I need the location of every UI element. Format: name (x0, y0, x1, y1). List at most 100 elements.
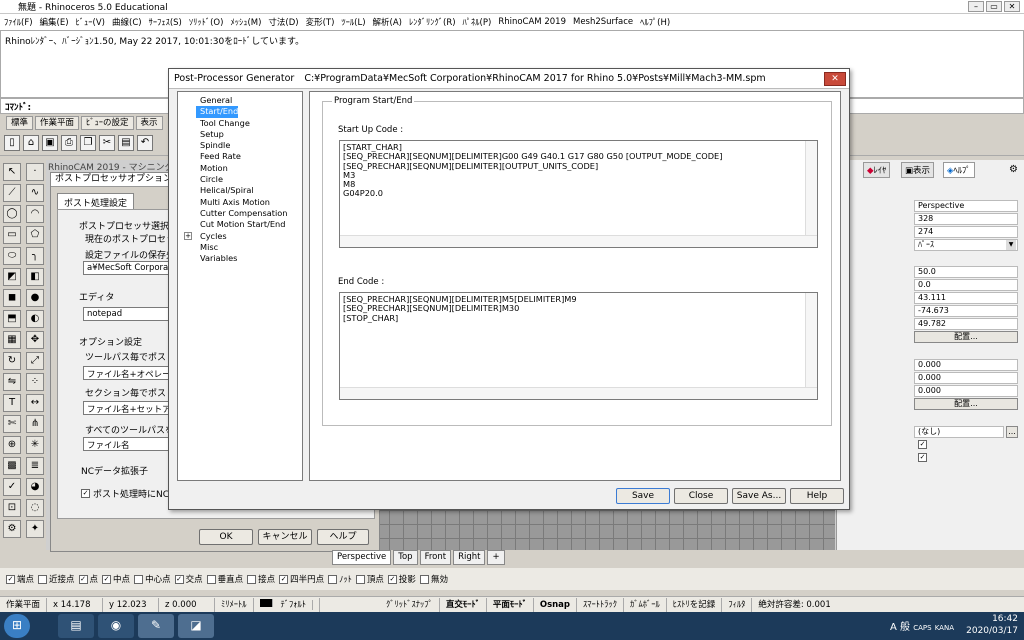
status-filter[interactable]: ﾌｨﾙﾀ (722, 597, 753, 612)
osnap-checkbox[interactable] (247, 574, 257, 584)
osnap-item[interactable]: ✓ 点 (78, 573, 98, 585)
post-cancel-button[interactable]: キャンセル (258, 529, 312, 545)
post-help-button[interactable]: ヘルプ (317, 529, 369, 545)
open-folder-icon[interactable]: ⌂ (23, 134, 39, 151)
tree-item-setup[interactable]: Setup (182, 129, 298, 140)
osnap-item[interactable]: ✓ 端点 (6, 573, 34, 585)
menu-rhinocam[interactable]: RhinoCAM 2019 (498, 17, 566, 27)
osnap-checkbox[interactable]: ✓ (387, 574, 397, 584)
status-layer[interactable]: ﾃﾞﾌｫﾙﾄ (254, 597, 321, 612)
osnap-checkbox[interactable]: ✓ (174, 574, 184, 584)
tab-perspective[interactable]: Perspective (332, 550, 392, 565)
status-cplane[interactable]: 作業平面 (0, 597, 48, 612)
prop-view-title[interactable]: Perspective (914, 200, 1018, 212)
osnap-item[interactable]: ✓ 四半円点 (279, 573, 324, 585)
tab-layers[interactable]: ◆ﾚｲﾔ (863, 162, 891, 178)
prop-target-z[interactable]: 0.000 (914, 385, 1018, 397)
prop-wallpaper[interactable]: (なし) (914, 426, 1004, 438)
tab-help-panel[interactable]: ◈ﾍﾙﾌﾟ (943, 162, 975, 178)
ellipse-icon[interactable]: ⬭ (3, 247, 21, 265)
tab-cplanes[interactable]: 作業平面 (35, 116, 80, 130)
chrome-icon[interactable]: ◉ (98, 614, 134, 638)
panel-settings-icon[interactable]: ⚙ (1009, 164, 1018, 175)
surface-icon[interactable]: ◩ (3, 268, 21, 286)
minimize-button[interactable]: – (968, 1, 984, 12)
select-icon[interactable]: ↖ (3, 163, 21, 181)
osnap-checkbox[interactable] (38, 574, 48, 584)
menu-transform[interactable]: 変形(T) (306, 16, 335, 28)
group-icon[interactable]: ▩ (3, 457, 21, 475)
scale-icon[interactable]: ⤢ (26, 352, 44, 370)
osnap-item[interactable]: ✓ 投影 (387, 573, 416, 585)
osnap-item[interactable]: 接点 (247, 573, 275, 585)
paste-icon[interactable]: ▤ (118, 134, 134, 151)
render-icon[interactable]: ◕ (26, 478, 44, 496)
settings-file-field[interactable]: a¥MecSoft Corporation¥ (83, 261, 175, 275)
menu-analyze[interactable]: 解析(A) (373, 16, 402, 28)
status-history[interactable]: ﾋｽﾄﾘを記録 (667, 597, 723, 612)
loft-icon[interactable]: ◧ (26, 268, 44, 286)
copy-icon[interactable]: ❐ (80, 134, 96, 151)
menu-mesh[interactable]: ﾒｯｼｭ(M) (230, 16, 261, 28)
new-file-icon[interactable]: ▯ (4, 134, 20, 151)
add-viewport-tab[interactable]: + (487, 550, 505, 565)
cut-icon[interactable]: ✂ (99, 134, 115, 151)
help-button[interactable]: Help (790, 488, 844, 504)
tab-display-panel[interactable]: ▣表示 (901, 162, 935, 178)
menu-view[interactable]: ﾋﾞｭｰ(V) (76, 16, 105, 28)
polyline-icon[interactable]: ⟋ (3, 184, 21, 202)
tree-item-start-end[interactable]: Start/End (196, 106, 239, 118)
prop-camera-y[interactable]: -74.673 (914, 305, 1018, 317)
rectangle-icon[interactable]: ▭ (3, 226, 21, 244)
prop-rotation[interactable]: 0.0 (914, 279, 1018, 291)
trim-icon[interactable]: ✄ (3, 415, 21, 433)
tree-item-cutter-compensation[interactable]: Cutter Compensation (182, 208, 298, 219)
osnap-checkbox[interactable] (355, 574, 365, 584)
menu-tools[interactable]: ﾂｰﾙ(L) (341, 16, 365, 28)
box-icon[interactable]: ◼ (3, 289, 21, 307)
osnap-checkbox[interactable] (419, 574, 429, 584)
prop-lens-length[interactable]: 50.0 (914, 266, 1018, 278)
horizontal-scrollbar[interactable] (340, 387, 817, 399)
rotate-icon[interactable]: ↻ (3, 352, 21, 370)
undo-icon[interactable]: ↶ (137, 134, 153, 151)
status-gumball[interactable]: ｶﾞﾑﾎﾞｰﾙ (624, 597, 667, 612)
rhinocam-icon[interactable]: ⚙ (3, 520, 21, 538)
layer-icon[interactable]: ≣ (26, 457, 44, 475)
prop-projection-select[interactable]: ﾊﾟｰｽ ▼ (914, 239, 1018, 251)
curve-icon[interactable]: ∿ (26, 184, 44, 202)
all-toolpaths-select[interactable]: ファイル名 (83, 437, 175, 451)
editor-field[interactable]: notepad (83, 307, 175, 321)
osnap-item[interactable]: ✓ 中点 (102, 573, 130, 585)
prop-target-x[interactable]: 0.000 (914, 359, 1018, 371)
menu-panels[interactable]: ﾊﾟﾈﾙ(P) (463, 16, 492, 28)
tree-item-general[interactable]: General (182, 95, 298, 106)
save-icon[interactable]: ▣ (42, 134, 58, 151)
hide-icon[interactable]: ◌ (26, 499, 44, 517)
mesh-icon[interactable]: ▦ (3, 331, 21, 349)
circle-icon[interactable]: ◯ (3, 205, 21, 223)
osnap-checkbox[interactable]: ✓ (279, 574, 289, 584)
status-grid-snap[interactable]: ｸﾞﾘｯﾄﾞｽﾅｯﾌﾟ (380, 597, 440, 612)
tree-item-tool-change[interactable]: Tool Change (182, 118, 298, 129)
tree-item-multi-axis-motion[interactable]: Multi Axis Motion (182, 197, 298, 208)
boolean-icon[interactable]: ◐ (26, 310, 44, 328)
tree-item-misc[interactable]: Misc (182, 242, 298, 253)
save-button[interactable]: Save (616, 488, 670, 504)
menu-edit[interactable]: 編集(E) (40, 16, 69, 28)
place-target-button[interactable]: 配置... (914, 398, 1018, 410)
array-icon[interactable]: ⁘ (26, 373, 44, 391)
split-icon[interactable]: ⋔ (26, 415, 44, 433)
menu-curve[interactable]: 曲線(C) (112, 16, 142, 28)
vertical-scrollbar[interactable] (805, 293, 817, 399)
join-icon[interactable]: ⊕ (3, 436, 21, 454)
osnap-checkbox[interactable]: ✓ (102, 574, 112, 584)
tree-item-feed-rate[interactable]: Feed Rate (182, 151, 298, 162)
lock-icon[interactable]: ⊡ (3, 499, 21, 517)
prop-target-y[interactable]: 0.000 (914, 372, 1018, 384)
tree-item-variables[interactable]: Variables (182, 253, 298, 264)
move-icon[interactable]: ✥ (26, 331, 44, 349)
status-ortho[interactable]: 直交ﾓｰﾄﾞ (440, 597, 487, 612)
prop-checkbox-2[interactable]: ✓ (918, 453, 927, 462)
menu-surface[interactable]: ｻｰﾌｪｽ(S) (149, 16, 182, 28)
